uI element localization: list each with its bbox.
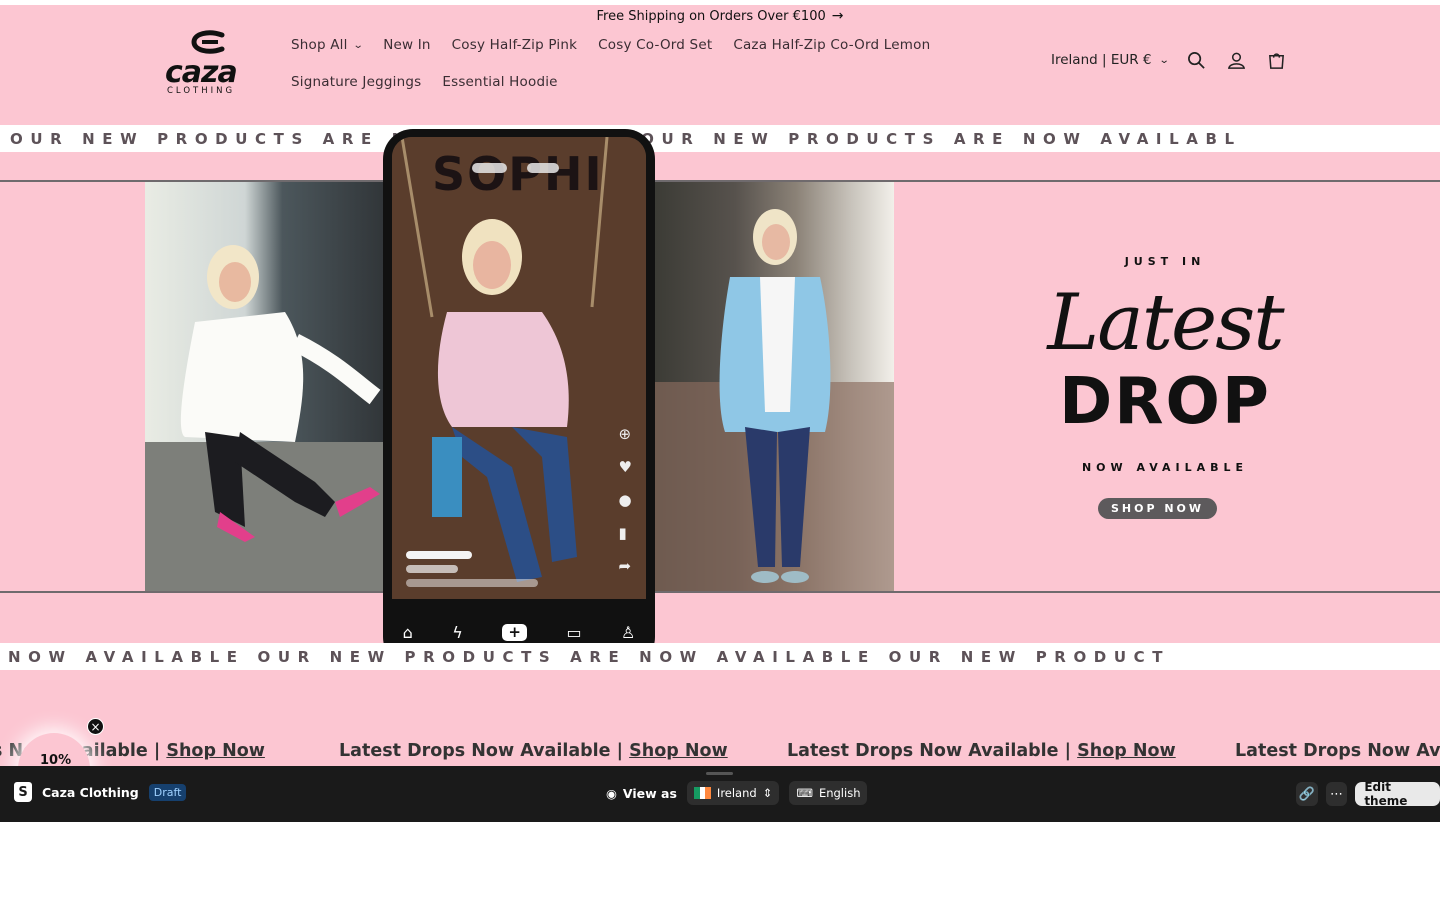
ticker-item[interactable]: Latest Drops Now Available | Shop Now bbox=[339, 741, 728, 761]
cart-icon[interactable] bbox=[1266, 49, 1288, 71]
nav-cosy-co-ord-set[interactable]: Cosy Co-Ord Set bbox=[598, 37, 712, 53]
nav-essential-hoodie[interactable]: Essential Hoodie bbox=[442, 74, 557, 90]
share-icon[interactable]: ➦ bbox=[619, 557, 632, 575]
hero-banner[interactable]: JUST IN Latest DROP NOW AVAILABLE SHOP N… bbox=[0, 180, 1440, 593]
video-frame-image bbox=[392, 137, 646, 599]
marquee-bottom: NOW AVAILABLE OUR NEW PRODUCTS ARE NOW A… bbox=[0, 643, 1440, 670]
announcement-bar[interactable]: Free Shipping on Orders Over €100 → bbox=[0, 5, 1440, 27]
screen-pill bbox=[472, 163, 507, 173]
ticker-text: Latest Drops Now Ava bbox=[1235, 741, 1440, 761]
close-icon[interactable]: × bbox=[87, 718, 104, 735]
phone-screen-video[interactable]: SOPHI ⊕ ♥ ● ▮ ➦ bbox=[392, 137, 646, 599]
heart-icon[interactable]: ♥ bbox=[619, 458, 632, 476]
search-icon[interactable] bbox=[1186, 49, 1208, 71]
nav-new-in[interactable]: New In bbox=[383, 37, 430, 53]
screen-overlay-text: SOPHI bbox=[432, 147, 604, 201]
market-label: Ireland bbox=[716, 786, 757, 800]
plus-icon[interactable]: + bbox=[502, 623, 528, 641]
header-actions: Ireland | EUR € ⌄ bbox=[1051, 49, 1288, 71]
comment-icon[interactable]: ● bbox=[619, 491, 632, 509]
view-as-text: View as bbox=[622, 785, 677, 801]
drag-handle[interactable] bbox=[706, 772, 733, 775]
ticker-item[interactable]: Latest Drops Now Available | Shop Now bbox=[787, 741, 1176, 761]
caption-line bbox=[406, 551, 472, 559]
nav-cosy-half-zip-pink[interactable]: Cosy Half-Zip Pink bbox=[452, 37, 578, 53]
admin-actions: 🔗 ⋯ Edit theme bbox=[1296, 780, 1440, 808]
caption-line bbox=[406, 579, 538, 587]
bookmark-icon[interactable]: ▮ bbox=[619, 524, 632, 542]
promo-subline: NOW AVAILABLE bbox=[1081, 461, 1249, 474]
store-info: S Caza Clothing Draft bbox=[14, 782, 187, 802]
link-icon[interactable]: 🔗 bbox=[1296, 782, 1318, 806]
model-blue-blazer-image bbox=[650, 209, 894, 591]
inbox-icon[interactable]: ▭ bbox=[566, 623, 581, 642]
main-nav-row-1: Shop All ⌄ New In Cosy Half-Zip Pink Cos… bbox=[291, 37, 930, 53]
caption-line bbox=[406, 565, 458, 573]
more-options-icon[interactable]: ⋯ bbox=[1325, 782, 1348, 806]
view-as-label: ◉ View as bbox=[606, 786, 677, 801]
promo-headline: DROP bbox=[1059, 365, 1271, 439]
marquee-top: OUR NEW PRODUCTS ARE NOW AVAILABLE OUR N… bbox=[0, 125, 1440, 152]
hero-photo-left bbox=[145, 182, 395, 591]
profile-icon[interactable]: ♙ bbox=[621, 623, 635, 642]
ticker-shop-now-link[interactable]: Shop Now bbox=[166, 741, 265, 761]
market-selector[interactable]: Ireland ⇕ bbox=[686, 781, 780, 805]
shop-now-button[interactable]: SHOP NOW bbox=[1098, 498, 1217, 519]
country-selector[interactable]: Ireland | EUR € ⌄ bbox=[1051, 52, 1170, 68]
nav-signature-jeggings[interactable]: Signature Jeggings bbox=[291, 74, 421, 90]
model-white-shirt-image bbox=[145, 245, 395, 591]
home-icon[interactable]: ⌂ bbox=[403, 623, 413, 642]
store-name: Caza Clothing bbox=[42, 784, 139, 800]
ticker-item[interactable]: Latest Drops Now Ava bbox=[1235, 741, 1440, 761]
phone-mockup[interactable]: SOPHI ⊕ ♥ ● ▮ ➦ ⌂ ϟ + ▭ ♙ bbox=[383, 129, 655, 667]
logo-wordmark: caza bbox=[165, 55, 238, 90]
preview-controls: ◉ View as Ireland ⇕ ⌨ English bbox=[606, 781, 868, 805]
nav-label: Shop All bbox=[291, 37, 348, 53]
video-side-actions: ⊕ ♥ ● ▮ ➦ bbox=[619, 425, 632, 575]
ticker-shop-now-link[interactable]: Shop Now bbox=[629, 741, 728, 761]
ireland-flag-icon bbox=[693, 787, 711, 799]
status-badge: Draft bbox=[148, 783, 187, 801]
shopify-bag-icon: S bbox=[14, 782, 32, 802]
add-circle-icon[interactable]: ⊕ bbox=[619, 425, 632, 443]
screen-pill bbox=[527, 163, 559, 173]
language-selector[interactable]: ⌨ English bbox=[789, 781, 868, 805]
promo-eyebrow: JUST IN bbox=[1124, 255, 1206, 268]
country-label: Ireland | EUR € bbox=[1051, 52, 1152, 68]
nav-caza-half-zip-co-ord-lemon[interactable]: Caza Half-Zip Co-Ord Lemon bbox=[733, 37, 930, 53]
translate-icon: ⌨ bbox=[796, 786, 813, 800]
announcement-text: Free Shipping on Orders Over €100 bbox=[596, 8, 826, 24]
caza-logo[interactable]: caza CLOTHING bbox=[160, 29, 252, 99]
site-header: caza CLOTHING Shop All ⌄ New In Cosy Hal… bbox=[0, 27, 1440, 125]
ticker-shop-now-link[interactable]: Shop Now bbox=[1077, 741, 1176, 761]
updown-chevron-icon: ⇕ bbox=[762, 786, 773, 800]
hero-promo: JUST IN Latest DROP NOW AVAILABLE SHOP N… bbox=[1020, 250, 1310, 530]
hero-photo-right bbox=[650, 182, 894, 591]
ticker-text: Latest Drops Now Available | bbox=[787, 741, 1078, 761]
edit-theme-button[interactable]: Edit theme bbox=[1355, 780, 1440, 808]
marquee-bottom-text: NOW AVAILABLE OUR NEW PRODUCTS ARE NOW A… bbox=[8, 647, 1171, 666]
main-nav-row-2: Signature Jeggings Essential Hoodie bbox=[291, 74, 558, 90]
account-icon[interactable] bbox=[1226, 49, 1248, 71]
language-label: English bbox=[818, 786, 861, 800]
arrow-right-icon: → bbox=[831, 8, 844, 24]
shopify-preview-bar: S Caza Clothing Draft ◉ View as Ireland … bbox=[0, 766, 1440, 822]
promo-script-heading: Latest bbox=[1047, 278, 1284, 368]
logo-subtitle: CLOTHING bbox=[167, 86, 236, 96]
ticker-text: Latest Drops Now Available | bbox=[339, 741, 630, 761]
eye-icon: ◉ bbox=[606, 785, 617, 801]
lightning-icon[interactable]: ϟ bbox=[452, 623, 463, 642]
chevron-down-icon: ⌄ bbox=[352, 39, 364, 51]
announcement-ticker: s Now Available | Shop Now Latest Drops … bbox=[0, 741, 1440, 763]
chevron-down-icon: ⌄ bbox=[1158, 54, 1170, 66]
nav-shop-all[interactable]: Shop All ⌄ bbox=[291, 37, 364, 53]
